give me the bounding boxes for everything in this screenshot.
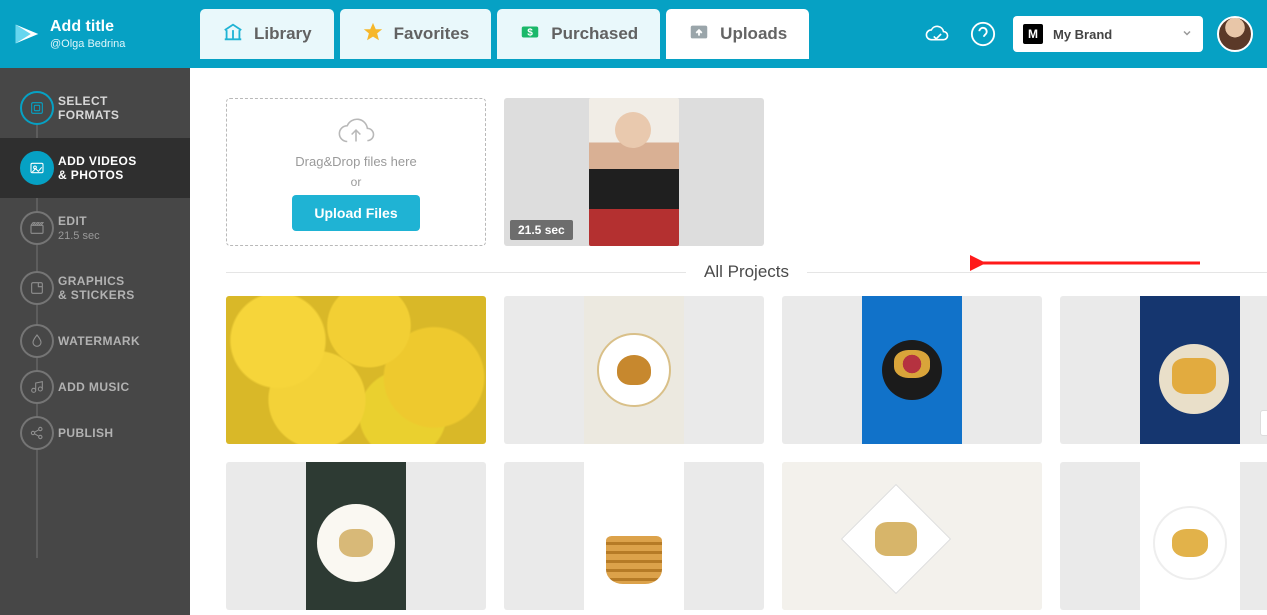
music-icon: [20, 370, 54, 404]
image-icon: [20, 151, 54, 185]
cloud-synced-icon[interactable]: [921, 18, 953, 50]
upload-files-button[interactable]: Upload Files: [292, 195, 419, 231]
user-avatar[interactable]: [1217, 16, 1253, 52]
brand-badge: M: [1023, 24, 1043, 44]
divider-line: [807, 272, 1267, 273]
library-icon: [222, 21, 244, 48]
uploaded-video-thumb[interactable]: 21.5 sec: [504, 98, 764, 246]
upload-dropzone[interactable]: Drag&Drop files here or Upload Files: [226, 98, 486, 246]
step-label: ADD MUSIC: [58, 380, 130, 394]
tab-label: Library: [254, 24, 312, 44]
step-add-videos-photos[interactable]: ADD VIDEOS & PHOTOS: [0, 138, 190, 198]
thumb-image: [782, 462, 1042, 610]
step-graphics-stickers[interactable]: GRAPHICS & STICKERS: [0, 258, 190, 318]
project-thumb[interactable]: [1060, 462, 1267, 610]
thumb-image: [862, 296, 962, 444]
projects-grid: ADD PR: [226, 296, 1267, 610]
tab-purchased[interactable]: $ Purchased: [497, 9, 660, 59]
add-to-project-button[interactable]: ADD: [1260, 410, 1267, 436]
format-icon: [20, 91, 54, 125]
all-projects-label: All Projects: [686, 262, 807, 282]
step-label: SELECT FORMATS: [58, 94, 119, 122]
cloud-upload-icon: [335, 114, 377, 148]
step-label: GRAPHICS & STICKERS: [58, 274, 135, 302]
step-label: ADD VIDEOS & PHOTOS: [58, 154, 137, 182]
help-icon[interactable]: [967, 18, 999, 50]
clapperboard-icon: [20, 211, 54, 245]
step-label: EDIT 21.5 sec: [58, 214, 100, 242]
divider-line: [226, 272, 686, 273]
project-thumb[interactable]: [226, 296, 486, 444]
thumb-image: [226, 296, 486, 444]
droplet-icon: [20, 324, 54, 358]
thumb-image: [306, 462, 406, 610]
dollar-icon: $: [519, 21, 541, 48]
user-handle: @Olga Bedrina: [50, 38, 125, 50]
projects-divider: All Projects: [190, 262, 1267, 282]
project-title[interactable]: Add title: [50, 18, 125, 36]
step-select-formats[interactable]: SELECT FORMATS: [0, 78, 190, 138]
step-label: WATERMARK: [58, 334, 140, 348]
star-icon: [362, 21, 384, 48]
step-publish[interactable]: PUBLISH: [0, 410, 190, 456]
brand-name: My Brand: [1053, 27, 1171, 42]
project-thumb[interactable]: [782, 462, 1042, 610]
tab-favorites[interactable]: Favorites: [340, 9, 492, 59]
main-content: Drag&Drop files here or Upload Files 21.…: [190, 68, 1267, 615]
project-thumb[interactable]: [782, 296, 1042, 444]
sidebar-steps: SELECT FORMATS ADD VIDEOS & PHOTOS EDIT …: [0, 68, 190, 456]
share-icon: [20, 416, 54, 450]
step-edit[interactable]: EDIT 21.5 sec: [0, 198, 190, 258]
step-label: PUBLISH: [58, 426, 113, 440]
svg-text:$: $: [527, 27, 533, 38]
thumb-image: [584, 462, 684, 610]
upload-row: Drag&Drop files here or Upload Files 21.…: [226, 98, 1267, 246]
dropzone-text: Drag&Drop files here: [295, 154, 416, 169]
sticker-icon: [20, 271, 54, 305]
sidebar: Add title @Olga Bedrina SELECT FORMATS A…: [0, 0, 190, 615]
project-thumb[interactable]: [226, 462, 486, 610]
thumb-image: [1140, 462, 1240, 610]
sidebar-header: Add title @Olga Bedrina: [0, 0, 190, 68]
tab-library[interactable]: Library: [200, 9, 334, 59]
video-duration-badge: 21.5 sec: [510, 220, 573, 240]
dropzone-or: or: [351, 175, 362, 189]
project-thumb[interactable]: [504, 296, 764, 444]
thumb-image: [584, 296, 684, 444]
brand-selector[interactable]: M My Brand: [1013, 16, 1203, 52]
tab-label: Purchased: [551, 24, 638, 44]
thumb-image: [1140, 296, 1240, 444]
app-logo-icon: [12, 19, 42, 49]
tab-uploads[interactable]: Uploads: [666, 9, 809, 59]
top-bar: Library Favorites $ Purchased Uploads M …: [190, 0, 1267, 68]
step-watermark[interactable]: WATERMARK: [0, 318, 190, 364]
project-thumb[interactable]: ADD PR: [1060, 296, 1267, 444]
upload-icon: [688, 21, 710, 48]
tab-label: Favorites: [394, 24, 470, 44]
project-thumb[interactable]: [504, 462, 764, 610]
chevron-down-icon: [1181, 26, 1193, 42]
step-edit-duration: 21.5 sec: [58, 230, 100, 242]
tab-label: Uploads: [720, 24, 787, 44]
video-preview-image: [589, 98, 679, 246]
step-add-music[interactable]: ADD MUSIC: [0, 364, 190, 410]
